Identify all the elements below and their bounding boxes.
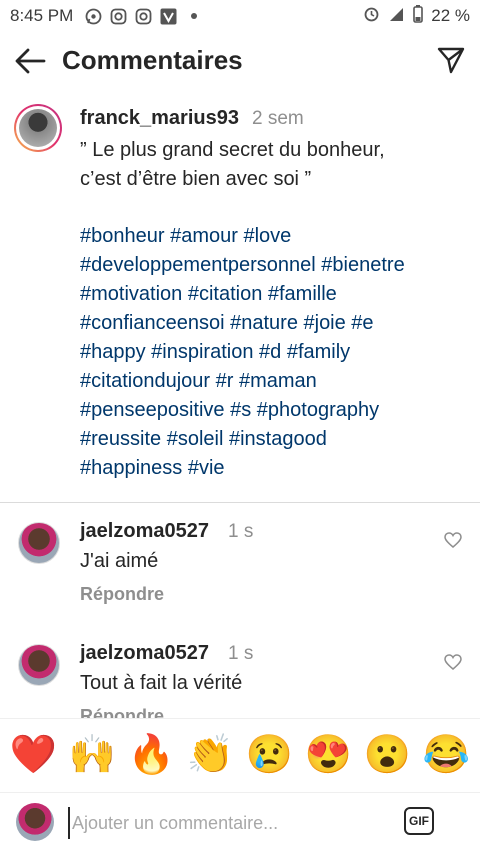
comment-input[interactable] [68,807,394,839]
vpn-icon [160,8,177,25]
heart-eyes-emoji-button[interactable]: 😍 [303,733,355,777]
hashtag-line[interactable]: #motivation #citation #famille [80,280,470,309]
hashtag-line[interactable]: #bonheur #amour #love [80,222,470,251]
commenter-avatar[interactable] [18,644,60,686]
hashtag-list: #bonheur #amour #love #developpementpers… [80,222,470,483]
battery-percent: 22 % [431,6,470,25]
comment-timestamp: 1 s [228,643,254,664]
caption-username[interactable]: franck_marius93 [80,107,239,130]
page-title: Commentaires [62,45,243,75]
alarm-icon [363,5,380,27]
status-bar: 8:45 PM 22 % [0,0,480,32]
back-arrow-icon[interactable] [14,46,46,76]
notification-icons [85,8,202,25]
comment-input-bar: GIF [0,792,480,855]
heart-icon[interactable] [444,654,462,670]
hashtag-line[interactable]: #penseepositive #s #photography [80,396,470,425]
fire-emoji-button[interactable]: 🔥 [126,733,178,777]
current-user-avatar [16,803,54,841]
hashtag-line[interactable]: #confianceensoi #nature #joie #e [80,309,470,338]
avatar-image [19,109,57,147]
clapping-emoji-button[interactable]: 👏 [185,733,237,777]
instagram-icon [110,8,127,25]
signal-icon [388,5,405,27]
hashtag-line[interactable]: #reussite #soleil #instagood [80,425,470,454]
comment-item: jaelzoma0527 1 s J'ai aimé Répondre [0,520,480,630]
share-send-icon[interactable] [436,45,466,75]
status-time: 8:45 PM [10,6,74,25]
dot-icon [185,8,202,25]
comment-username[interactable]: jaelzoma0527 [80,642,209,665]
author-avatar[interactable] [14,104,62,152]
battery-icon [413,4,424,28]
header: Commentaires [0,36,480,86]
surprised-emoji-button[interactable]: 😮 [362,733,414,777]
comment-timestamp: 1 s [228,521,254,542]
gif-button[interactable]: GIF [404,807,434,835]
hashtag-line[interactable]: #happy #inspiration #d #family [80,338,470,367]
commenter-avatar[interactable] [18,522,60,564]
system-status-icons: 22 % [363,0,470,32]
heart-icon[interactable] [444,532,462,548]
emoji-quick-bar: ❤️ 🙌 🔥 👏 😢 😍 😮 😂 [0,718,480,790]
comment-username[interactable]: jaelzoma0527 [80,520,209,543]
reply-button[interactable]: Répondre [80,584,164,605]
crying-emoji-button[interactable]: 😢 [244,733,296,777]
hashtag-line[interactable]: #happiness #vie [80,454,470,483]
whatsapp-icon [85,8,102,25]
laughing-emoji-button[interactable]: 😂 [421,733,473,777]
divider [0,502,480,503]
raised-hands-emoji-button[interactable]: 🙌 [67,733,119,777]
hashtag-line[interactable]: #developpementpersonnel #bienetre [80,251,470,280]
instagram-icon [135,8,152,25]
caption-timestamp: 2 sem [252,108,304,129]
caption-text: ” Le plus grand secret du bonheur, c’est… [80,139,385,190]
comment-text: J'ai aimé [80,550,159,572]
hashtag-line[interactable]: #citationdujour #r #maman [80,367,470,396]
comment-text: Tout à fait la vérité [80,672,243,694]
heart-emoji-button[interactable]: ❤️ [8,733,60,777]
